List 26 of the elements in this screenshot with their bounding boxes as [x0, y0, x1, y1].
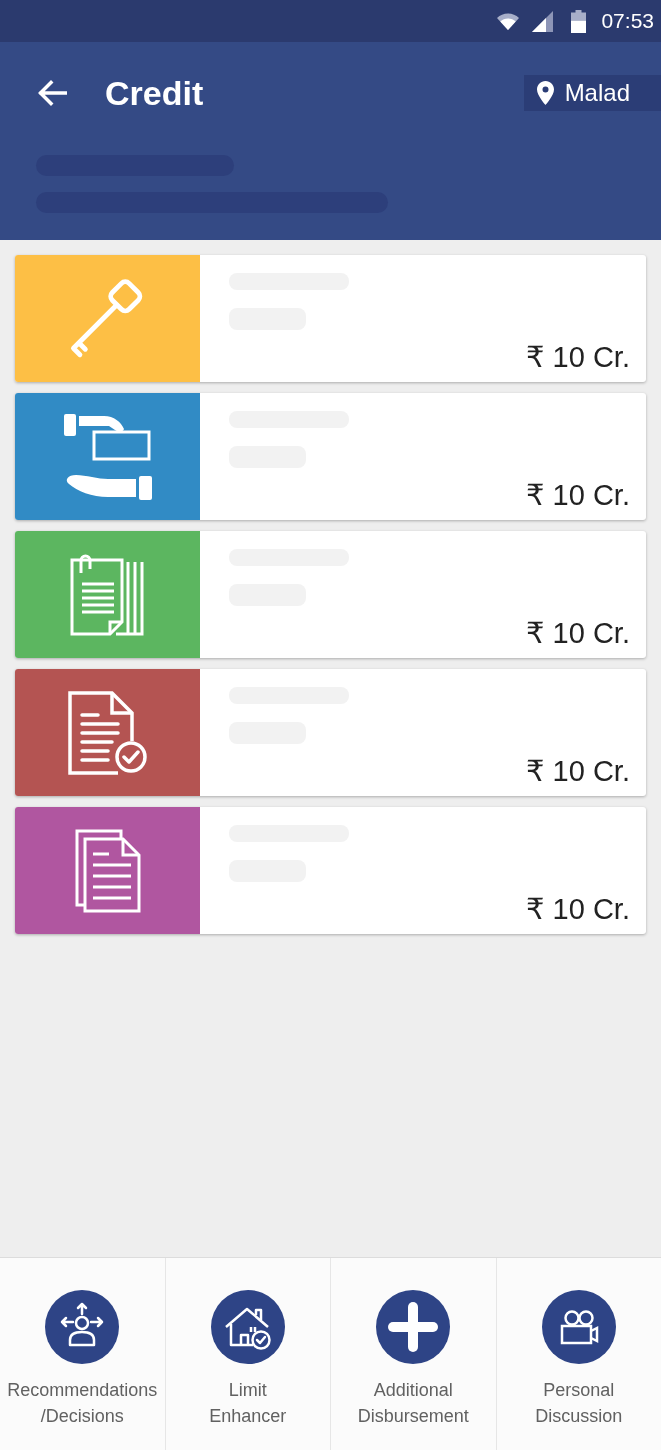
battery-icon: [571, 9, 587, 33]
page-title: Credit: [105, 73, 204, 113]
amount-text: ₹ 10 Cr.: [526, 478, 630, 512]
list-card[interactable]: ₹ 10 Cr.: [15, 255, 646, 382]
wifi-icon: [497, 12, 520, 30]
status-time: 07:53: [601, 9, 654, 33]
house-check-icon: [210, 1290, 285, 1364]
amount-text: ₹ 10 Cr.: [526, 616, 630, 650]
pin-icon: [536, 81, 554, 105]
amount-text: ₹ 10 Cr.: [526, 892, 630, 926]
amount-text: ₹ 10 Cr.: [526, 754, 630, 788]
documents-icon: [74, 828, 141, 913]
list-card[interactable]: ₹ 10 Cr.: [15, 807, 646, 934]
person-arrows-icon: [45, 1290, 120, 1364]
list-card[interactable]: ₹ 10 Cr.: [15, 669, 646, 796]
documents-clip-icon: [69, 553, 146, 636]
list-card[interactable]: ₹ 10 Cr.: [15, 531, 646, 658]
hands-banknote-icon: [63, 413, 152, 500]
document-check-icon: [67, 690, 148, 775]
signal-icon: [532, 10, 554, 32]
amount-text: ₹ 10 Cr.: [526, 340, 630, 374]
list-card[interactable]: ₹ 10 Cr.: [15, 393, 646, 520]
back-arrow-icon[interactable]: [37, 80, 67, 106]
location-button[interactable]: Malad: [523, 75, 661, 111]
video-camera-icon: [541, 1290, 616, 1364]
plus-icon: [376, 1290, 451, 1364]
